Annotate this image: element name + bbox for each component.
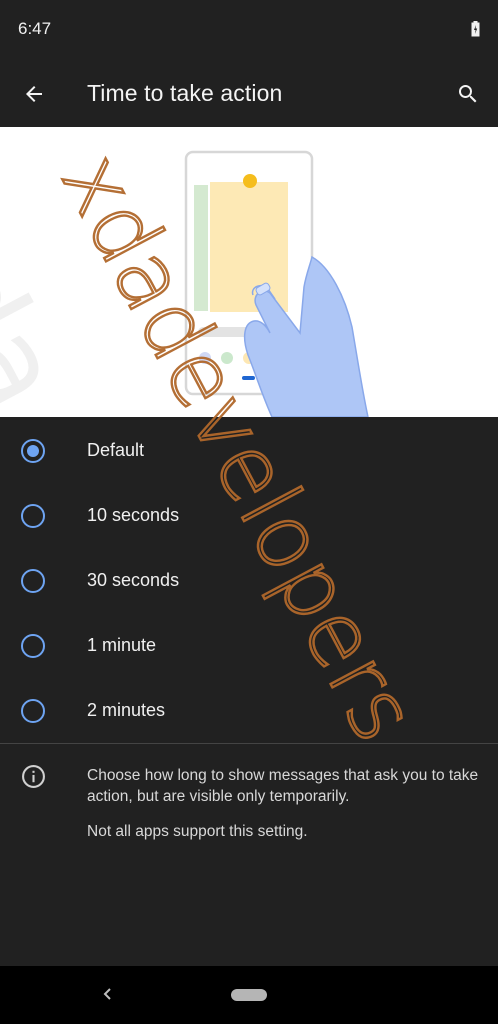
back-button[interactable]	[12, 72, 56, 116]
status-bar: 6:47	[0, 0, 498, 60]
info-note: Not all apps support this setting.	[87, 823, 308, 840]
search-button[interactable]	[446, 72, 490, 116]
search-icon	[459, 85, 477, 103]
option-label: 30 seconds	[87, 570, 180, 590]
phone-hand-illustration: xda	[0, 150, 369, 417]
option-label: 1 minute	[87, 635, 157, 655]
battery-icon	[471, 21, 480, 37]
option-2-minutes[interactable]: 2 minutes	[0, 678, 498, 743]
radio-button-checked[interactable]	[21, 439, 45, 463]
radio-button[interactable]	[21, 569, 45, 593]
option-label: 2 minutes	[87, 700, 166, 720]
info-description: Choose how long to show messages that as…	[87, 767, 479, 805]
page-title: Time to take action	[87, 80, 283, 106]
option-1-minute[interactable]: 1 minute	[0, 613, 498, 678]
radio-button[interactable]	[21, 699, 45, 723]
info-icon	[22, 765, 45, 788]
home-pill-button[interactable]	[231, 989, 267, 1001]
svg-text:xda: xda	[0, 173, 90, 417]
option-label: Default	[87, 440, 145, 460]
option-30-seconds[interactable]: 30 seconds	[0, 548, 498, 613]
option-label: 10 seconds	[87, 505, 180, 525]
status-time: 6:47	[18, 19, 52, 38]
options-list: Default 10 seconds 30 seconds 1 minute 2…	[0, 418, 498, 743]
navigation-bar	[0, 966, 498, 1024]
illustration: xda	[0, 127, 498, 417]
radio-button[interactable]	[21, 504, 45, 528]
nav-back-button[interactable]	[96, 982, 120, 1006]
divider	[0, 743, 498, 744]
option-default[interactable]: Default	[0, 418, 498, 483]
arrow-back-icon	[26, 86, 42, 102]
radio-button[interactable]	[21, 634, 45, 658]
chevron-left-icon	[103, 988, 111, 1000]
option-10-seconds[interactable]: 10 seconds	[0, 483, 498, 548]
app-bar: Time to take action	[0, 60, 498, 127]
